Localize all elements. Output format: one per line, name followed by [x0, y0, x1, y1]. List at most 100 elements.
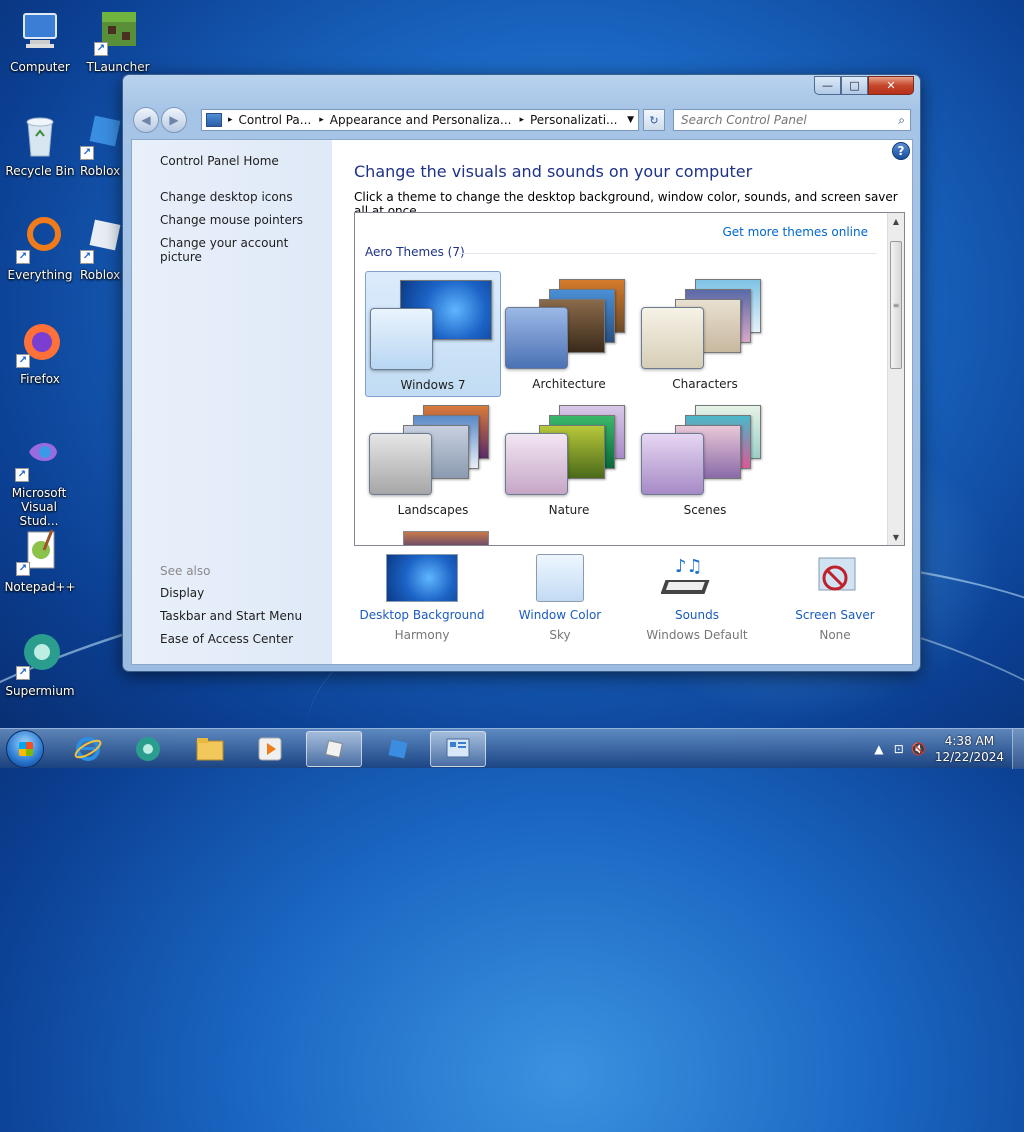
back-button[interactable]: ◀ [133, 107, 159, 133]
desktop-icon-label: Roblox I [80, 268, 124, 282]
change-desktop-icons-link[interactable]: Change desktop icons [160, 190, 293, 204]
breadcrumb-separator-icon[interactable]: ▸ [519, 115, 524, 125]
theme-name: Architecture [532, 377, 606, 391]
scroll-down-icon[interactable]: ▼ [888, 529, 904, 545]
control-panel-icon [446, 738, 470, 758]
search-input[interactable] [679, 112, 889, 128]
address-dropdown-icon[interactable]: ▼ [627, 115, 634, 125]
theme-list: Get more themes online Aero Themes (7) W… [354, 212, 905, 546]
search-box[interactable]: ⌕ [673, 109, 911, 131]
start-button[interactable] [6, 730, 44, 768]
system-tray: ▲ ⊡ 🔇 4:38 AM 12/22/2024 [869, 729, 1024, 769]
breadcrumb-control-panel[interactable]: Control Pa... [239, 113, 312, 127]
search-icon[interactable]: ⌕ [898, 113, 905, 128]
taskbar-roblox-studio[interactable] [306, 731, 362, 767]
window-color-setting[interactable]: Window Color Sky [495, 554, 625, 642]
theme-windows-7[interactable]: Windows 7 [365, 271, 501, 397]
desktop-icon-everything[interactable]: ↗ Everything [2, 216, 78, 282]
theme-characters[interactable]: Characters [637, 271, 773, 397]
desktop-icon-computer[interactable]: Computer [2, 8, 78, 74]
desktop-icon-visual-studio[interactable]: ↗ Microsoft Visual Stud... [0, 434, 78, 528]
theme-list-scrollbar[interactable]: ▲ ≡ ▼ [887, 213, 904, 545]
theme-scenes[interactable]: Scenes [637, 397, 773, 523]
close-button[interactable]: ✕ [868, 76, 914, 95]
ease-of-access-link[interactable]: Ease of Access Center [160, 632, 293, 646]
shortcut-arrow-icon: ↗ [16, 562, 30, 576]
clock-date: 12/22/2024 [934, 750, 1004, 764]
personalization-window: — □ ✕ ◀ ▶ ▸ Control Pa... ▸ Appearance a… [122, 74, 921, 672]
breadcrumb-appearance[interactable]: Appearance and Personaliza... [330, 113, 512, 127]
clock[interactable]: 4:38 AM 12/22/2024 [935, 733, 1004, 765]
desktop-icon-label: Microsoft Visual Stud... [11, 486, 67, 528]
aero-themes-group-title: Aero Themes (7) [365, 245, 465, 259]
taskbar-internet-explorer[interactable] [60, 731, 116, 767]
display-link[interactable]: Display [160, 586, 204, 600]
refresh-button[interactable]: ↻ [643, 109, 665, 131]
desktop-background-link[interactable]: Desktop Background [357, 608, 487, 622]
notepad-plus-plus-icon: ↗ [16, 528, 64, 576]
media-player-icon [258, 737, 282, 761]
desktop-background-thumbnail [386, 554, 458, 602]
desktop-icon-tlauncher[interactable]: ↗ TLauncher [80, 8, 156, 74]
theme-name: Windows 7 [400, 378, 466, 392]
desktop-icon-roblox-studio[interactable]: ↗ Roblox S [80, 112, 124, 178]
sounds-value: Windows Default [646, 628, 748, 642]
scroll-up-icon[interactable]: ▲ [888, 213, 904, 229]
desktop-icon-label: TLauncher [86, 60, 150, 74]
desktop-icon-roblox-player[interactable]: ↗ Roblox I [80, 216, 124, 282]
theme-name: Characters [672, 377, 738, 391]
firefox-icon: ↗ [16, 320, 64, 368]
theme-nature[interactable]: Nature [501, 397, 637, 523]
taskbar-supermium[interactable] [120, 731, 176, 767]
theme-landscapes[interactable]: Landscapes [365, 397, 501, 523]
address-bar[interactable]: ▸ Control Pa... ▸ Appearance and Persona… [201, 109, 639, 131]
windows-logo-icon [19, 742, 33, 756]
desktop-icon-recycle-bin[interactable]: Recycle Bin [2, 112, 78, 178]
roblox-icon: ↗ [80, 112, 124, 160]
taskbar-control-panel[interactable] [430, 731, 486, 767]
shortcut-arrow-icon: ↗ [16, 250, 30, 264]
breadcrumb-separator-icon[interactable]: ▸ [319, 115, 324, 125]
internet-explorer-icon [74, 737, 102, 761]
desktop-icon-supermium[interactable]: ↗ Supermium [2, 632, 78, 698]
sounds-link[interactable]: Sounds [632, 608, 762, 622]
breadcrumb-separator-icon[interactable]: ▸ [228, 115, 233, 125]
svg-text:♪♫: ♪♫ [675, 556, 703, 577]
forward-button[interactable]: ▶ [161, 107, 187, 133]
screen-saver-link[interactable]: Screen Saver [770, 608, 900, 622]
minimize-button[interactable]: — [814, 76, 841, 95]
change-mouse-pointers-link[interactable]: Change mouse pointers [160, 213, 303, 227]
taskbar-start-menu-link[interactable]: Taskbar and Start Menu [160, 609, 302, 623]
window-color-swatch [505, 307, 568, 369]
supermium-icon: ↗ [16, 632, 64, 680]
show-desktop-button[interactable] [1012, 729, 1024, 769]
taskbar-roblox-player[interactable] [370, 731, 426, 767]
help-icon[interactable]: ? [892, 142, 910, 160]
screen-saver-setting[interactable]: Screen Saver None [770, 554, 900, 642]
theme-architecture[interactable]: Architecture [501, 271, 637, 397]
get-more-themes-link[interactable]: Get more themes online [722, 225, 868, 239]
taskbar-file-explorer[interactable] [182, 731, 238, 767]
window-color-link[interactable]: Window Color [495, 608, 625, 622]
window-color-swatch [370, 308, 433, 370]
control-panel-home-link[interactable]: Control Panel Home [160, 154, 279, 168]
sounds-setting[interactable]: ♪♫ Sounds Windows Default [632, 554, 762, 642]
caption-buttons: — □ ✕ [814, 76, 914, 95]
taskbar-media-player[interactable] [242, 731, 298, 767]
maximize-button[interactable]: □ [841, 76, 868, 95]
show-hidden-icons-icon[interactable]: ▲ [869, 742, 889, 756]
theme-name: Scenes [683, 503, 727, 517]
change-account-picture-link[interactable]: Change your account picture [160, 236, 332, 264]
desktop-background-setting[interactable]: Desktop Background Harmony [357, 554, 487, 642]
volume-muted-icon[interactable]: 🔇 [909, 742, 929, 756]
window-color-swatch [641, 433, 704, 495]
desktop-icon-label: Computer [10, 60, 70, 74]
theme-preview-partial[interactable] [403, 531, 489, 545]
desktop-icon-label: Recycle Bin [5, 164, 75, 178]
scroll-thumb[interactable]: ≡ [890, 241, 902, 369]
desktop-icon-firefox[interactable]: ↗ Firefox [2, 320, 78, 386]
breadcrumb-personalization[interactable]: Personalizati... [530, 113, 617, 127]
taskbar: ▲ ⊡ 🔇 4:38 AM 12/22/2024 [0, 728, 1024, 769]
network-icon[interactable]: ⊡ [889, 742, 909, 756]
desktop-icon-notepad-plus-plus[interactable]: ↗ Notepad++ [2, 528, 78, 594]
